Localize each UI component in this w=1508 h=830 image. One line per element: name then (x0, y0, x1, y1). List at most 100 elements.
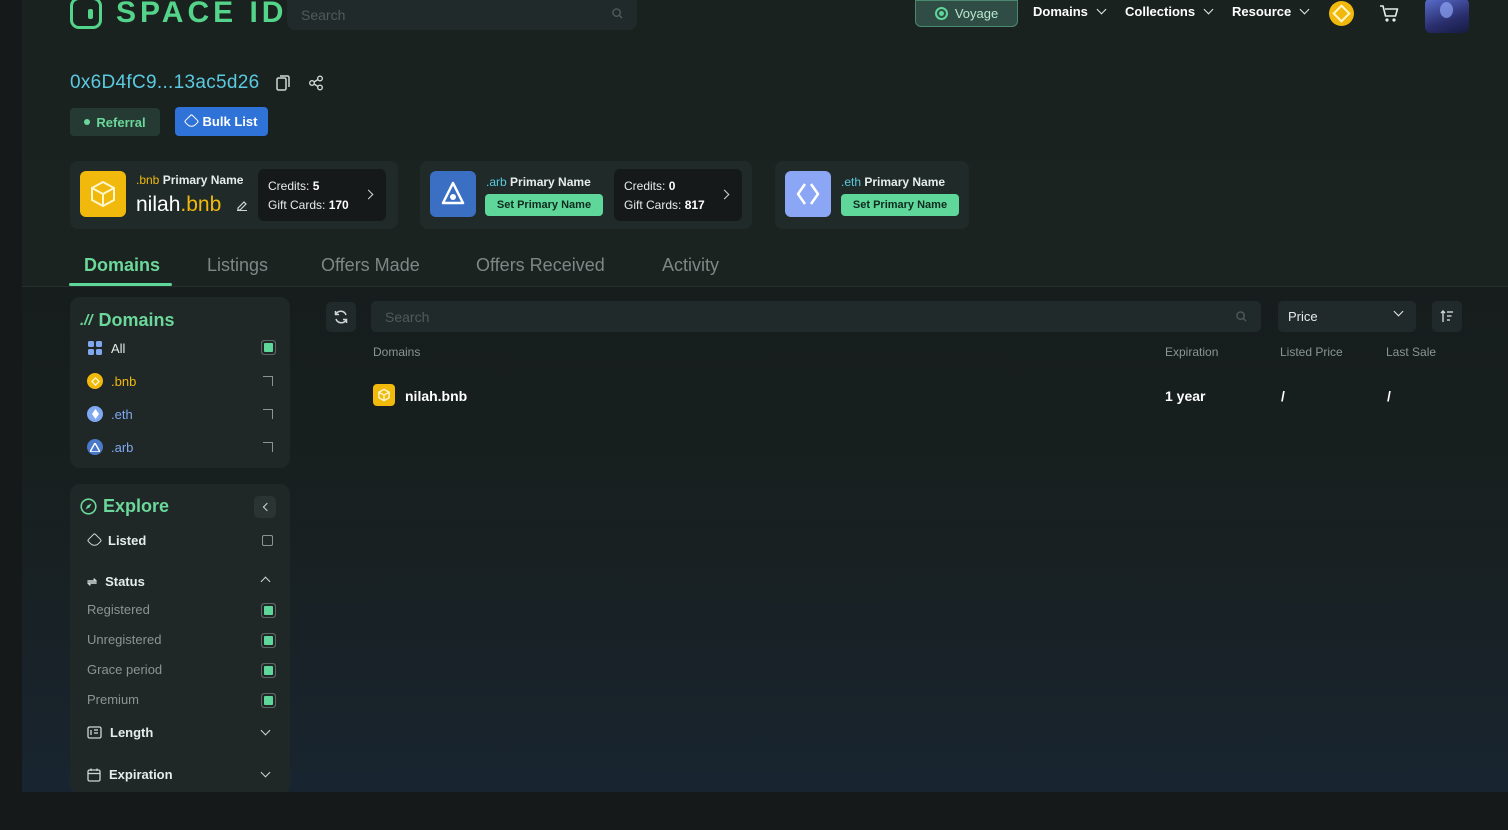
checkbox-checked-icon[interactable] (264, 636, 273, 645)
bnb-credits-box[interactable]: Credits: 5 Gift Cards: 170 (258, 169, 386, 221)
explore-title: Explore (80, 496, 169, 517)
status-item-label: Premium (87, 692, 140, 707)
arb-set-primary-button[interactable]: Set Primary Name (485, 194, 603, 216)
gift-cards-value: 170 (328, 198, 349, 212)
domains-filter-title: .// Domains (80, 310, 175, 331)
status-grace-period[interactable]: Grace period (87, 662, 275, 677)
app-window: SPACE ID Voyage Domains Collections Reso… (22, 0, 1508, 792)
checkbox-icon[interactable] (263, 409, 273, 419)
nav-menu-collections[interactable]: Collections (1125, 4, 1214, 19)
space-id-logo[interactable]: SPACE ID (70, 0, 287, 30)
listed-label: Listed (108, 533, 147, 548)
bnb-tld-text: .bnb (136, 173, 160, 187)
status-registered[interactable]: Registered (87, 602, 275, 617)
share-icon[interactable] (308, 75, 324, 91)
expiration-filter-header[interactable]: Expiration (87, 767, 275, 782)
logo-mark-icon (70, 0, 102, 29)
arb-primary-card: .arb Primary Name Set Primary Name Credi… (420, 161, 752, 229)
domain-search-input[interactable] (385, 308, 1236, 325)
search-icon (612, 8, 623, 22)
checkbox-icon[interactable] (263, 442, 273, 452)
refresh-icon (334, 310, 348, 324)
top-search-input[interactable] (301, 7, 612, 23)
expiration-label: Expiration (109, 767, 173, 782)
domain-filter-arb[interactable]: .arb (87, 436, 275, 458)
checkbox-checked-icon[interactable] (264, 696, 273, 705)
calendar-icon (87, 768, 101, 782)
status-item-label: Registered (87, 602, 150, 617)
status-filter-header[interactable]: ⇌ Status (87, 574, 275, 589)
column-header-domains[interactable]: Domains (373, 345, 420, 359)
bnb-chain-icon[interactable] (1329, 1, 1354, 26)
domain-filter-eth[interactable]: .eth (87, 403, 275, 425)
domain-filter-label: .arb (111, 439, 134, 455)
domain-filter-all[interactable]: All (87, 337, 275, 359)
eth-primary-label: .eth Primary Name (841, 175, 945, 189)
status-item-label: Grace period (87, 662, 163, 677)
primary-name-value: nilah (136, 193, 181, 216)
primary-name-text: Primary Name (510, 175, 591, 189)
cart-icon[interactable] (1379, 4, 1401, 24)
status-premium[interactable]: Premium (87, 692, 275, 707)
tab-listings[interactable]: Listings (207, 255, 268, 276)
user-avatar[interactable] (1425, 0, 1469, 33)
nav-menu-resource[interactable]: Resource (1232, 4, 1310, 19)
eth-coin-icon (87, 406, 103, 422)
checkbox-icon[interactable] (262, 535, 273, 546)
gift-cards-line: Gift Cards: 817 (624, 198, 705, 212)
tab-offers-received[interactable]: Offers Received (476, 255, 605, 276)
sort-order-button[interactable] (1432, 301, 1462, 332)
grid-icon (88, 341, 102, 355)
top-search-box[interactable] (287, 0, 637, 30)
arb-credits-box[interactable]: Credits: 0 Gift Cards: 817 (614, 169, 742, 221)
column-header-listed-price[interactable]: Listed Price (1280, 345, 1343, 359)
voyage-button[interactable]: Voyage (915, 0, 1018, 27)
tab-domains[interactable]: Domains (84, 255, 160, 276)
logo-text: SPACE ID (116, 0, 288, 29)
arbitrum-icon (430, 171, 476, 217)
refresh-button[interactable] (326, 302, 356, 332)
credits-line: Credits: 0 (624, 179, 676, 193)
length-label: Length (110, 725, 154, 740)
primary-name-text: Primary Name (162, 173, 244, 187)
listed-filter[interactable]: Listed (86, 532, 275, 549)
checkbox-checked-icon[interactable] (264, 343, 273, 352)
checkbox-checked-icon[interactable] (264, 606, 273, 615)
domain-filter-bnb[interactable]: .bnb (87, 370, 275, 392)
voyage-icon (934, 7, 948, 20)
nav-menu-label: Resource (1232, 4, 1292, 19)
nav-menu-label: Collections (1125, 4, 1196, 19)
status-item-label: Unregistered (87, 632, 162, 647)
bnb-primary-card: .bnb Primary Name nilah.bnb Credits: 5 G… (70, 161, 398, 229)
nav-menu-domains[interactable]: Domains (1033, 4, 1107, 19)
row-domain-name[interactable]: nilah.bnb (405, 388, 467, 404)
eth-primary-card: .eth Primary Name Set Primary Name (775, 161, 969, 229)
chevron-down-icon (1203, 4, 1214, 15)
explore-filter-panel: Explore Listed ⇌ Status Registered Unreg… (70, 484, 290, 792)
bulk-list-button[interactable]: Bulk List (175, 107, 268, 136)
sort-select[interactable]: Price (1278, 301, 1416, 332)
column-header-last-sale[interactable]: Last Sale (1386, 345, 1436, 359)
row-listed-price: / (1281, 388, 1285, 404)
tab-offers-made[interactable]: Offers Made (321, 255, 420, 276)
referral-button[interactable]: Referral (70, 108, 160, 136)
domain-filter-label: .bnb (111, 373, 137, 389)
sort-lines-icon (1440, 310, 1453, 322)
edit-icon[interactable] (236, 199, 248, 211)
domains-slash-icon: .// (80, 312, 93, 329)
status-unregistered[interactable]: Unregistered (87, 632, 275, 647)
primary-name-text: Primary Name (864, 175, 946, 189)
column-header-expiration[interactable]: Expiration (1165, 345, 1218, 359)
eth-set-primary-button[interactable]: Set Primary Name (841, 194, 959, 216)
copy-icon[interactable] (276, 75, 290, 91)
tab-activity[interactable]: Activity (662, 255, 719, 276)
checkbox-checked-icon[interactable] (264, 666, 273, 675)
sort-select-value: Price (1288, 309, 1318, 324)
domain-search-box[interactable] (371, 301, 1261, 332)
length-filter-header[interactable]: Length (87, 725, 275, 740)
bnb-cube-icon (80, 171, 126, 217)
collapse-sidebar-button[interactable] (254, 496, 276, 518)
checkbox-icon[interactable] (263, 376, 273, 386)
bnb-coin-icon (87, 373, 103, 389)
tab-active-indicator (69, 283, 172, 286)
